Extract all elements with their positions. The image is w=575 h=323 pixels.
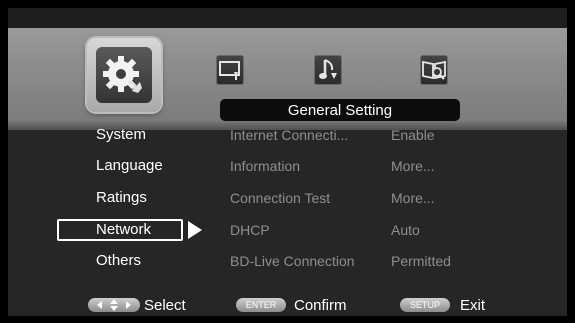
menu-item-network[interactable]: Network (96, 220, 151, 240)
exit-hint: Exit (460, 297, 486, 314)
menu-item-language[interactable]: Language (96, 156, 163, 176)
display-setting-icon[interactable] (216, 55, 244, 85)
confirm-hint: Confirm (294, 297, 347, 314)
music-note-icon (319, 59, 337, 79)
menu-item-system[interactable]: System (96, 125, 146, 145)
book-search-icon (422, 60, 446, 80)
page-title: General Setting (220, 99, 460, 121)
tv-screen: General Setting System Language Ratings … (0, 0, 575, 323)
enter-key-badge: ENTER (236, 298, 286, 312)
option-value-connection-test[interactable]: More... (391, 188, 435, 208)
setup-key-badge: SETUP (400, 298, 450, 312)
option-value-dhcp[interactable]: Auto (391, 220, 420, 240)
gear-icon-frame (96, 47, 152, 103)
option-connection-test[interactable]: Connection Test (230, 188, 330, 208)
gear-icon (103, 56, 142, 93)
settings-panel: General Setting System Language Ratings … (8, 8, 567, 316)
navigation-keys-icon (88, 298, 140, 312)
option-information[interactable]: Information (230, 156, 300, 176)
option-dhcp[interactable]: DHCP (230, 220, 270, 240)
option-value-information[interactable]: More... (391, 156, 435, 176)
option-value-bd-live-connection[interactable]: Permitted (391, 251, 451, 271)
general-setting-gear-icon[interactable] (87, 38, 161, 112)
option-value-internet-connection[interactable]: Enable (391, 125, 435, 145)
arrow-keys-icon (97, 299, 131, 311)
audio-setting-icon[interactable] (314, 55, 342, 85)
information-icon[interactable] (420, 55, 448, 85)
select-hint: Select (144, 297, 186, 314)
option-internet-connection[interactable]: Internet Connecti... (230, 125, 348, 145)
menu-item-others[interactable]: Others (96, 251, 141, 271)
option-bd-live-connection[interactable]: BD-Live Connection (230, 251, 355, 271)
menu-item-ratings[interactable]: Ratings (96, 188, 147, 208)
top-bar (8, 8, 567, 28)
selection-arrow-icon (188, 221, 202, 239)
monitor-icon (219, 61, 240, 80)
